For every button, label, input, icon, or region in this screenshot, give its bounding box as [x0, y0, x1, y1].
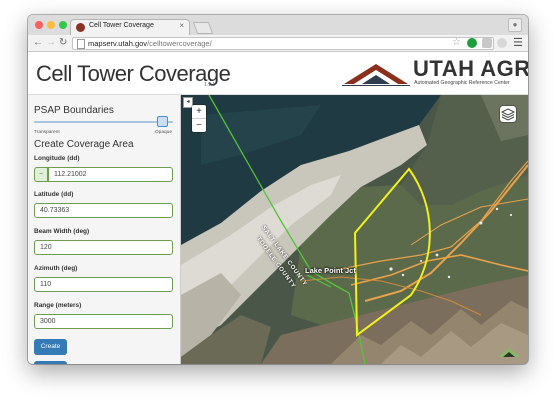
bookmark-star-icon[interactable]: ☆: [452, 36, 461, 50]
favicon-icon: [76, 23, 85, 32]
sidebar: PSAP Boundaries Transparent Opaque Creat…: [28, 95, 181, 364]
secondary-button[interactable]: [34, 361, 67, 364]
range-label: Range (meters): [34, 302, 82, 309]
psap-title: PSAP Boundaries: [34, 105, 114, 116]
beam-width-input[interactable]: [34, 240, 173, 255]
maximize-window-button[interactable]: [59, 21, 67, 29]
azimuth-value[interactable]: [40, 281, 150, 288]
tab-strip: Cell Tower Coverage × ●: [28, 15, 528, 36]
opacity-slider[interactable]: [34, 116, 173, 128]
browser-window: Cell Tower Coverage × ● ← → ↻ mapserv.ut…: [28, 15, 528, 364]
new-tab-button[interactable]: [192, 22, 214, 34]
page-title: Cell Tower Coverage: [36, 61, 231, 86]
longitude-value[interactable]: [54, 171, 164, 178]
agrc-logo-icon: [342, 64, 410, 86]
longitude-input[interactable]: [48, 167, 173, 182]
extension-icon[interactable]: [467, 38, 477, 48]
version-link[interactable]: 1.1.1: [204, 82, 215, 88]
satellite-imagery: [181, 95, 528, 364]
brand-name: UTAH AGRC: [413, 56, 528, 81]
range-input[interactable]: [34, 314, 173, 329]
zoom-out-button[interactable]: −: [192, 119, 206, 132]
beam-width-label: Beam Width (deg): [34, 228, 90, 235]
map-view[interactable]: ◂ + − SALT LAKE COUNTY TOOELE COUNTY Lak…: [181, 95, 528, 364]
reload-icon[interactable]: ↻: [59, 36, 67, 50]
layers-icon: [500, 108, 516, 121]
zoom-in-button[interactable]: +: [192, 105, 206, 119]
place-label: Lake Point Jct: [305, 266, 356, 275]
browser-tab[interactable]: Cell Tower Coverage ×: [70, 19, 190, 36]
latitude-input[interactable]: [34, 203, 173, 218]
create-button[interactable]: Create: [34, 339, 67, 355]
longitude-label: Longitude (dd): [34, 155, 80, 162]
range-value[interactable]: [40, 318, 150, 325]
coverage-title: Create Coverage Area: [34, 139, 134, 150]
zoom-control: + −: [192, 105, 206, 132]
azimuth-input[interactable]: [34, 277, 173, 292]
map-logo-icon: [498, 348, 520, 357]
longitude-sign-addon: −: [34, 167, 48, 182]
forward-icon[interactable]: →: [46, 36, 56, 50]
beam-width-value[interactable]: [40, 244, 150, 251]
slider-track: [34, 121, 173, 123]
minimize-window-button[interactable]: [47, 21, 55, 29]
brand-subtitle: Automated Geographic Reference Center: [414, 80, 510, 86]
slider-handle[interactable]: [157, 116, 169, 127]
page-header: Cell Tower Coverage 1.1.1 UTAH AGRC Auto…: [28, 52, 528, 95]
browser-toolbar: ← → ↻ mapserv.utah.gov/celltowercoverage…: [28, 35, 528, 52]
slider-min-label: Transparent: [34, 130, 60, 135]
slider-max-label: Opaque: [154, 130, 172, 135]
tab-close-icon[interactable]: ×: [179, 21, 184, 30]
close-window-button[interactable]: [35, 21, 43, 29]
extension-icon[interactable]: [482, 38, 492, 48]
latitude-value[interactable]: [40, 207, 150, 214]
extension-icon[interactable]: [497, 38, 507, 48]
menu-icon[interactable]: ☰: [513, 36, 523, 49]
latitude-label: Latitude (dd): [34, 191, 74, 198]
tab-title: Cell Tower Coverage: [89, 22, 154, 29]
address-bar[interactable]: mapserv.utah.gov/celltowercoverage/: [72, 37, 494, 50]
profile-icon[interactable]: ●: [508, 18, 522, 32]
azimuth-label: Azimuth (deg): [34, 265, 78, 272]
layers-button[interactable]: [500, 106, 516, 122]
back-icon[interactable]: ←: [33, 36, 43, 50]
page-icon: [77, 39, 85, 49]
url-text: mapserv.utah.gov/celltowercoverage/: [88, 39, 212, 48]
